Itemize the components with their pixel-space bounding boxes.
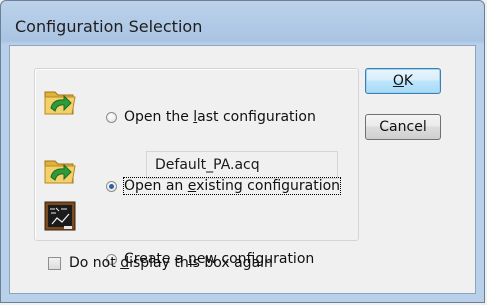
folder-arrow-icon — [44, 160, 76, 184]
folder-arrow-icon — [44, 91, 76, 115]
dialog-window: Configuration Selection Open the last co… — [0, 0, 485, 303]
radio-option-existing-configuration[interactable]: Open an existing configuration — [106, 177, 342, 195]
do-not-display-checkbox[interactable] — [48, 256, 61, 270]
radio-option-last-configuration[interactable]: Open the last configuration — [106, 109, 316, 125]
ok-button[interactable]: OK — [365, 68, 441, 94]
radio-last-configuration[interactable] — [106, 111, 117, 123]
do-not-display-label: Do not display this box again — [69, 255, 273, 271]
window-title: Configuration Selection — [15, 17, 203, 36]
cancel-button[interactable]: Cancel — [365, 114, 441, 140]
last-configuration-field: Default_PA.acq — [146, 151, 338, 179]
label-existing-configuration: Open an existing configuration — [122, 177, 342, 195]
dialog-client-area: Open the last configuration Default_PA.a… — [9, 45, 476, 294]
cancel-button-label: Cancel — [379, 119, 427, 135]
title-bar[interactable]: Configuration Selection — [1, 1, 484, 46]
ok-button-label: OK — [392, 73, 414, 89]
chalkboard-icon — [44, 201, 76, 231]
radio-existing-configuration[interactable] — [106, 180, 117, 192]
do-not-display-checkbox-row[interactable]: Do not display this box again — [48, 255, 273, 271]
configuration-options-group: Open the last configuration Default_PA.a… — [34, 68, 359, 267]
label-last-configuration: Open the last configuration — [124, 109, 316, 125]
